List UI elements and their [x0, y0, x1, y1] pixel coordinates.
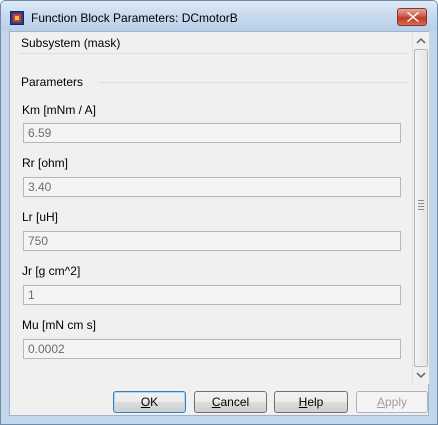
ok-mnemonic: O: [140, 395, 151, 409]
apply-label-rest: pply: [385, 395, 408, 409]
field-input-rr[interactable]: 3.40: [23, 177, 401, 197]
parameters-heading: Parameters: [21, 75, 84, 89]
grip-icon: [418, 200, 424, 212]
chevron-down-icon[interactable]: [415, 369, 427, 381]
dialog-client-area: Subsystem (mask) Parameters Km [mNm / A]…: [9, 31, 429, 416]
field-input-jr[interactable]: 1: [23, 285, 401, 305]
cancel-label-rest: ancel: [220, 395, 250, 409]
mask-description-heading: Subsystem (mask): [21, 36, 121, 50]
parameters-group-border: [98, 82, 408, 83]
help-button[interactable]: Help: [274, 391, 348, 413]
cancel-button[interactable]: Cancel: [194, 391, 267, 413]
chevron-up-icon[interactable]: [415, 35, 427, 47]
ok-label-rest: K: [150, 395, 159, 409]
ok-button[interactable]: OK: [113, 391, 186, 413]
help-label-rest: elp: [307, 395, 324, 409]
description-group-border: [18, 53, 408, 54]
field-label-rr: Rr [ohm]: [22, 156, 69, 170]
field-input-km[interactable]: 6.59: [23, 123, 401, 143]
close-icon: [407, 12, 419, 22]
field-input-lr[interactable]: 750: [23, 231, 401, 251]
field-label-km: Km [mNm / A]: [22, 103, 97, 117]
scrollbar-thumb[interactable]: [414, 49, 428, 367]
field-input-mu[interactable]: 0.0002: [23, 339, 401, 359]
button-bar: OK Cancel Help Apply: [10, 384, 428, 415]
window-title: Function Block Parameters: DCmotorB: [31, 11, 238, 25]
dialog-window: Function Block Parameters: DCmotorB Subs…: [0, 0, 438, 425]
simulink-block-icon: [10, 11, 24, 25]
title-bar[interactable]: Function Block Parameters: DCmotorB: [1, 1, 437, 31]
vertical-scrollbar[interactable]: [412, 32, 429, 384]
apply-button[interactable]: Apply: [356, 391, 428, 413]
close-button[interactable]: [397, 8, 427, 26]
field-label-lr: Lr [uH]: [22, 210, 59, 224]
apply-mnemonic: A: [376, 395, 385, 409]
parameters-scroll-pane[interactable]: Subsystem (mask) Parameters Km [mNm / A]…: [10, 32, 411, 384]
field-label-jr: Jr [g cm^2]: [22, 264, 81, 278]
field-label-mu: Mu [mN cm s]: [22, 318, 96, 332]
